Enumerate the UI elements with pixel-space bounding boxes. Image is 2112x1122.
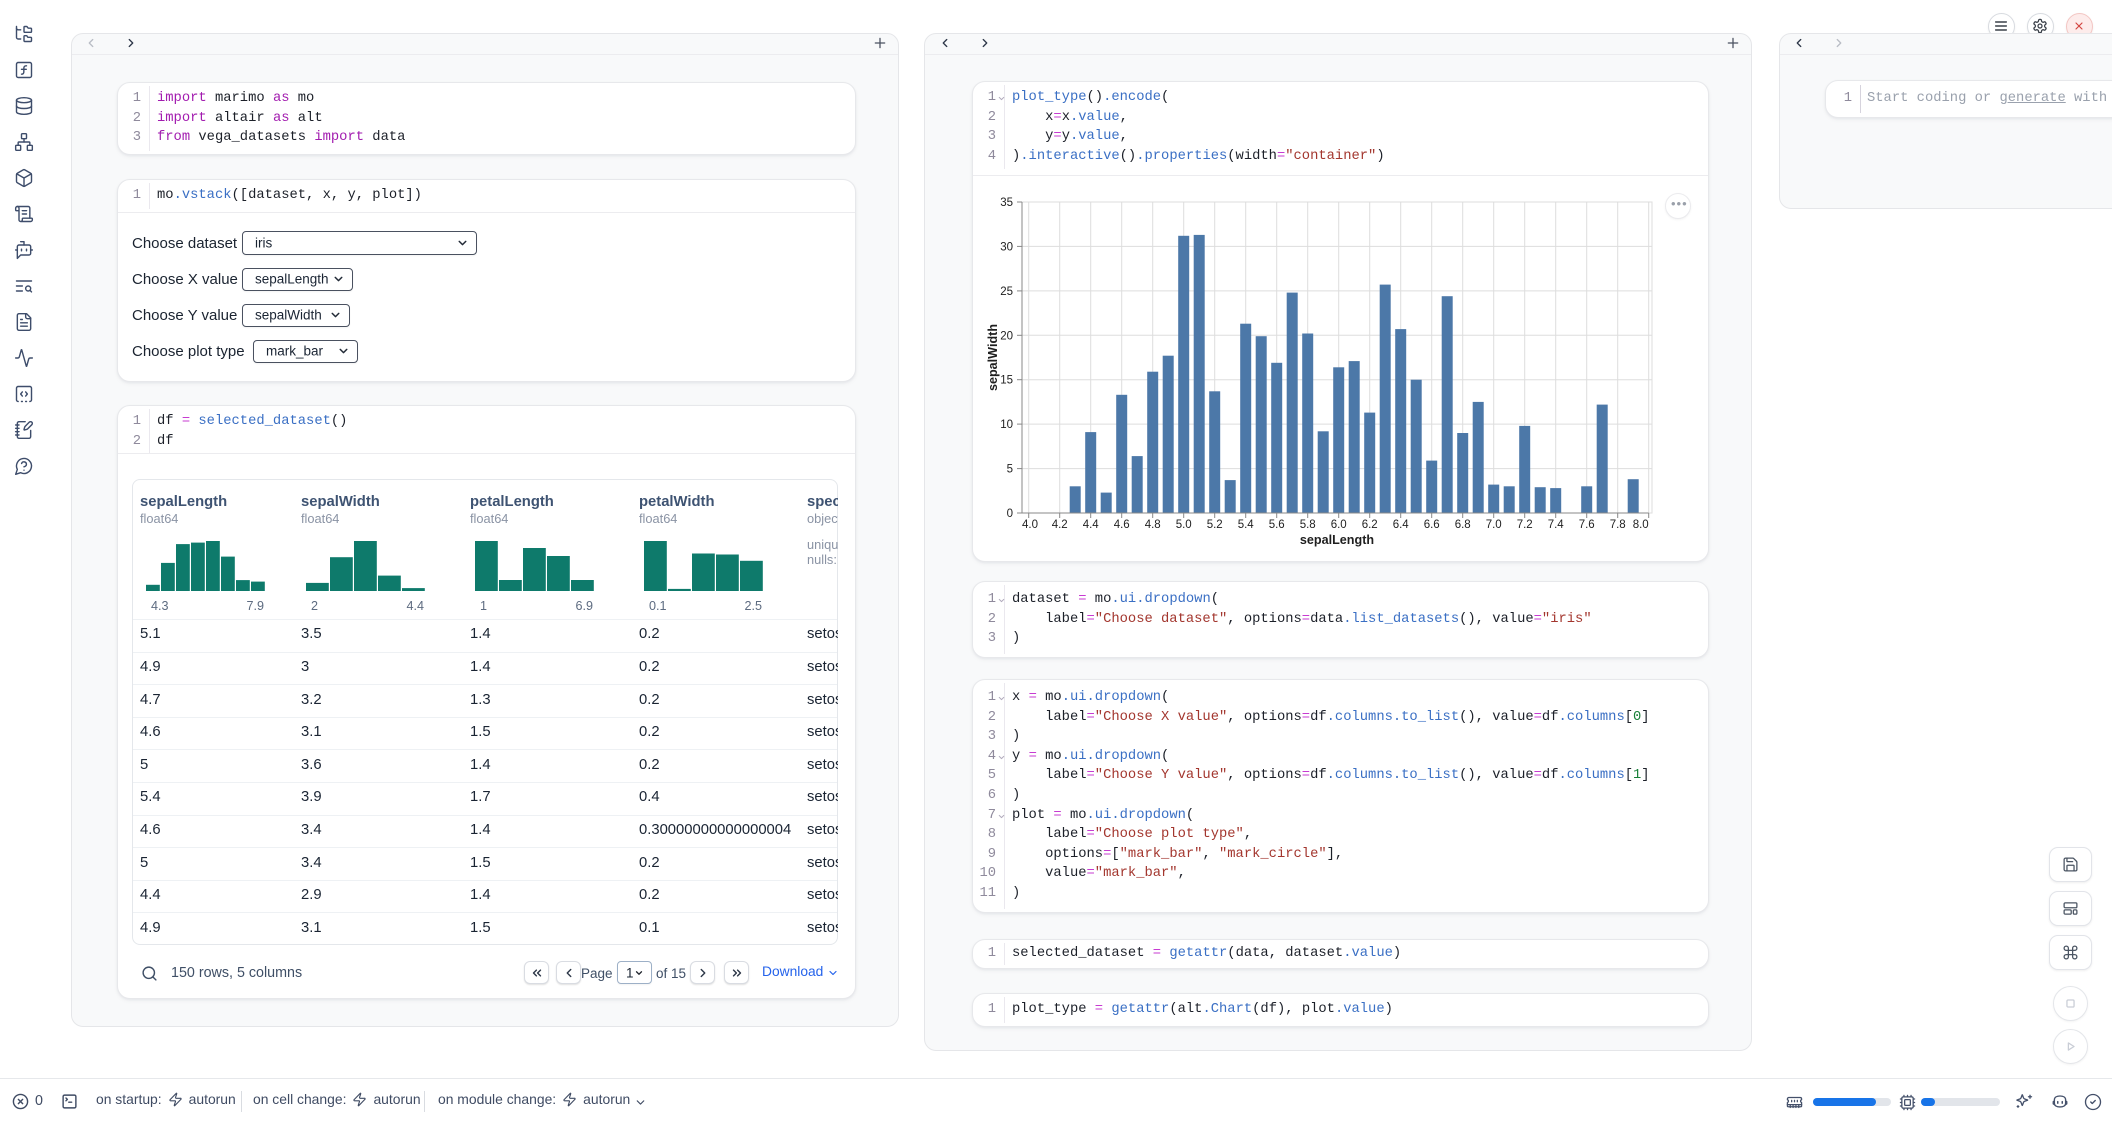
svg-text:6.6: 6.6 — [1424, 519, 1440, 531]
svg-text:0: 0 — [1007, 508, 1013, 520]
svg-text:35: 35 — [1000, 197, 1013, 209]
svg-text:7.0: 7.0 — [1486, 519, 1502, 531]
svg-text:6.0: 6.0 — [1331, 519, 1347, 531]
svg-text:7.8: 7.8 — [1610, 519, 1626, 531]
svg-text:5.2: 5.2 — [1207, 519, 1223, 531]
svg-text:5.4: 5.4 — [1238, 519, 1255, 531]
svg-text:4.8: 4.8 — [1145, 519, 1161, 531]
svg-text:20: 20 — [1000, 330, 1013, 342]
svg-text:25: 25 — [1000, 286, 1013, 298]
svg-text:7.2: 7.2 — [1517, 519, 1533, 531]
svg-text:7.4: 7.4 — [1548, 519, 1565, 531]
svg-text:6.8: 6.8 — [1455, 519, 1471, 531]
svg-text:sepalLength: sepalLength — [1300, 533, 1374, 547]
svg-text:7.6: 7.6 — [1579, 519, 1595, 531]
svg-text:6.2: 6.2 — [1362, 519, 1378, 531]
svg-text:5.0: 5.0 — [1176, 519, 1192, 531]
svg-text:sepalWidth: sepalWidth — [986, 324, 1000, 391]
svg-text:4.2: 4.2 — [1052, 519, 1068, 531]
svg-text:4.6: 4.6 — [1114, 519, 1130, 531]
svg-text:5: 5 — [1007, 464, 1013, 476]
svg-text:8.0: 8.0 — [1633, 519, 1649, 531]
svg-text:5.8: 5.8 — [1300, 519, 1316, 531]
svg-text:15: 15 — [1000, 375, 1013, 387]
svg-text:10: 10 — [1000, 419, 1013, 431]
svg-text:6.4: 6.4 — [1393, 519, 1410, 531]
svg-text:30: 30 — [1000, 241, 1013, 253]
svg-text:5.6: 5.6 — [1269, 519, 1285, 531]
svg-text:4.4: 4.4 — [1083, 519, 1100, 531]
svg-text:4.0: 4.0 — [1022, 519, 1038, 531]
